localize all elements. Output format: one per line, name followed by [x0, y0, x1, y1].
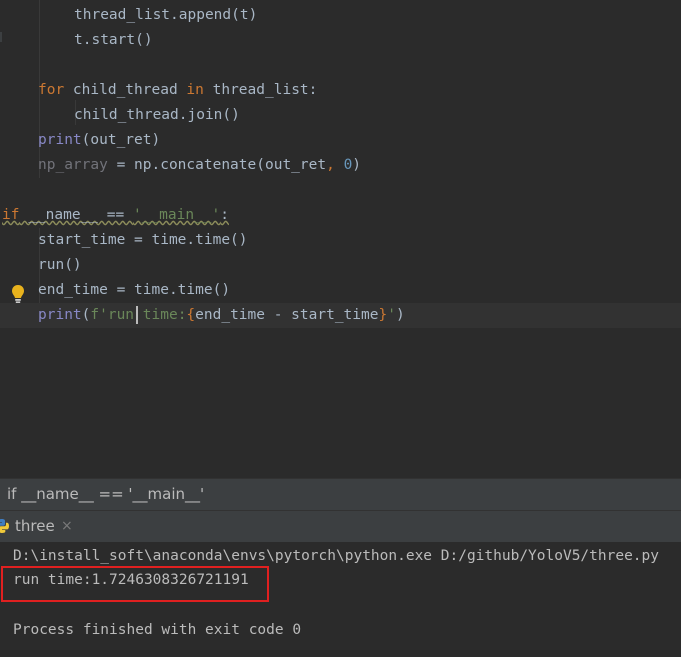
code-token: for: [38, 82, 65, 98]
code-text: t.start(): [74, 28, 153, 53]
code-line[interactable]: if __name__ == '__main__':: [0, 203, 681, 228]
code-editor[interactable]: thread_list.append(t) t.start() for chil…: [0, 0, 681, 478]
code-token: f'run time:: [90, 307, 187, 323]
code-token: __name__ ==: [19, 207, 133, 223]
code-text: print(out_ret): [38, 128, 160, 153]
code-line[interactable]: np_array = np.concatenate(out_ret, 0): [0, 153, 681, 178]
code-line[interactable]: end_time = time.time(): [0, 278, 681, 303]
code-token: :: [220, 207, 230, 223]
code-token: thread_list.append(t): [74, 7, 258, 23]
run-tab-label: three: [15, 517, 55, 535]
code-token: ): [395, 307, 405, 323]
code-line[interactable]: t.start(): [0, 28, 681, 53]
console-command-line: D:\install_soft\anaconda\envs\pytorch\py…: [13, 548, 660, 564]
code-text: for child_thread in thread_list:: [38, 78, 317, 103]
code-token: run(): [38, 257, 82, 273]
code-token: end_time - start_time: [195, 307, 379, 323]
code-text: if __name__ == '__main__':: [2, 203, 229, 228]
highlight-box: [1, 566, 269, 602]
code-token: }: [378, 307, 388, 323]
close-icon[interactable]: ×: [61, 511, 73, 542]
code-token: print: [38, 132, 82, 148]
code-line[interactable]: for child_thread in thread_list:: [0, 78, 681, 103]
code-token: ,: [326, 157, 335, 173]
code-token: t.start(): [74, 32, 153, 48]
code-line[interactable]: run(): [0, 253, 681, 278]
run-tab-three[interactable]: three ×: [0, 511, 80, 542]
code-line-current[interactable]: print(f'run time:{end_time - start_time}…: [0, 303, 681, 328]
code-text: run(): [38, 253, 82, 278]
run-tool-window-tabbar: three ×: [0, 510, 681, 542]
lightbulb-icon[interactable]: [11, 284, 25, 304]
code-token: ': [387, 307, 396, 323]
code-text: np_array = np.concatenate(out_ret, 0): [38, 153, 361, 178]
code-token: print: [38, 307, 82, 323]
code-token: in: [186, 82, 204, 98]
code-text: thread_list.append(t): [74, 3, 257, 28]
code-token: child_thread: [64, 82, 187, 98]
code-token: end_time = time.time(): [38, 282, 231, 298]
code-line[interactable]: print(out_ret): [0, 128, 681, 153]
code-token: '__main__': [132, 207, 221, 223]
code-token: child_thread.join(): [74, 107, 240, 123]
code-line[interactable]: child_thread.join(): [0, 103, 681, 128]
code-token: if: [2, 207, 20, 223]
code-token: {: [186, 307, 196, 323]
code-text: end_time = time.time(): [38, 278, 230, 303]
code-token: = np.concatenate(out_ret: [107, 157, 327, 173]
code-text: print(f'run time:{end_time - start_time}…: [38, 303, 405, 328]
text-caret: [136, 306, 138, 324]
code-line[interactable]: start_time = time.time(): [0, 228, 681, 253]
console-exit-message: Process finished with exit code 0: [13, 622, 302, 638]
code-token: ): [352, 157, 362, 173]
code-token: 0: [343, 157, 353, 173]
code-line[interactable]: thread_list.append(t): [0, 3, 681, 28]
code-token: start_time = time.time(): [38, 232, 248, 248]
code-text: start_time = time.time(): [38, 228, 248, 253]
code-token: np_array: [38, 157, 108, 173]
python-icon: [0, 519, 9, 533]
code-token: thread_list:: [203, 82, 318, 98]
code-text: child_thread.join(): [74, 103, 240, 128]
breadcrumb[interactable]: if __name__ == '__main__': [0, 478, 681, 510]
code-token: (out_ret): [81, 132, 161, 148]
